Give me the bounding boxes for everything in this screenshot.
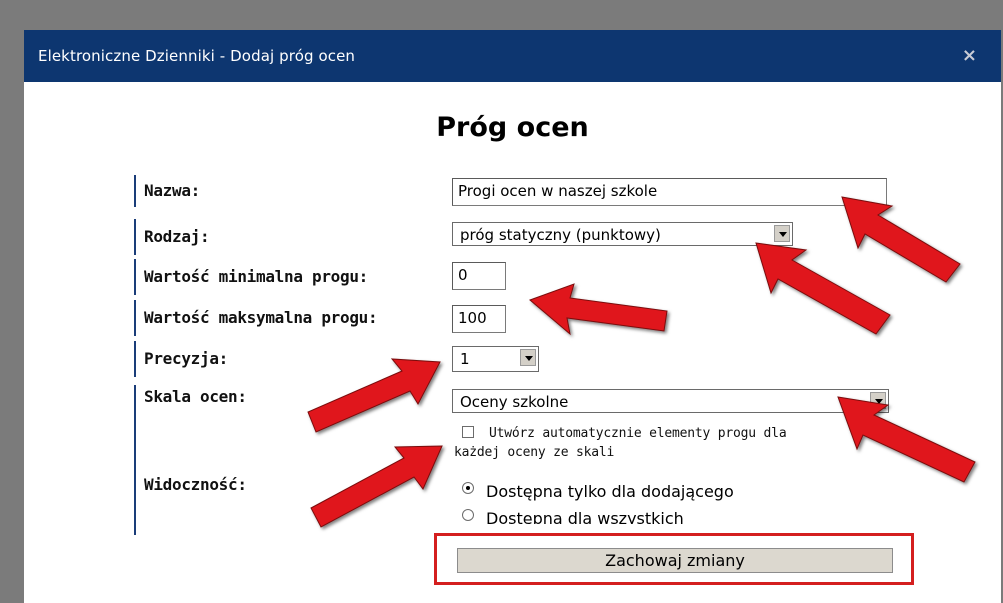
arrow-icon [529, 283, 668, 336]
arrow-icon [755, 242, 891, 335]
annotation-arrows [307, 196, 976, 528]
arrow-icon [307, 358, 441, 433]
arrow-icon [841, 196, 961, 283]
arrow-icon [310, 445, 443, 528]
arrow-icon [837, 396, 976, 483]
